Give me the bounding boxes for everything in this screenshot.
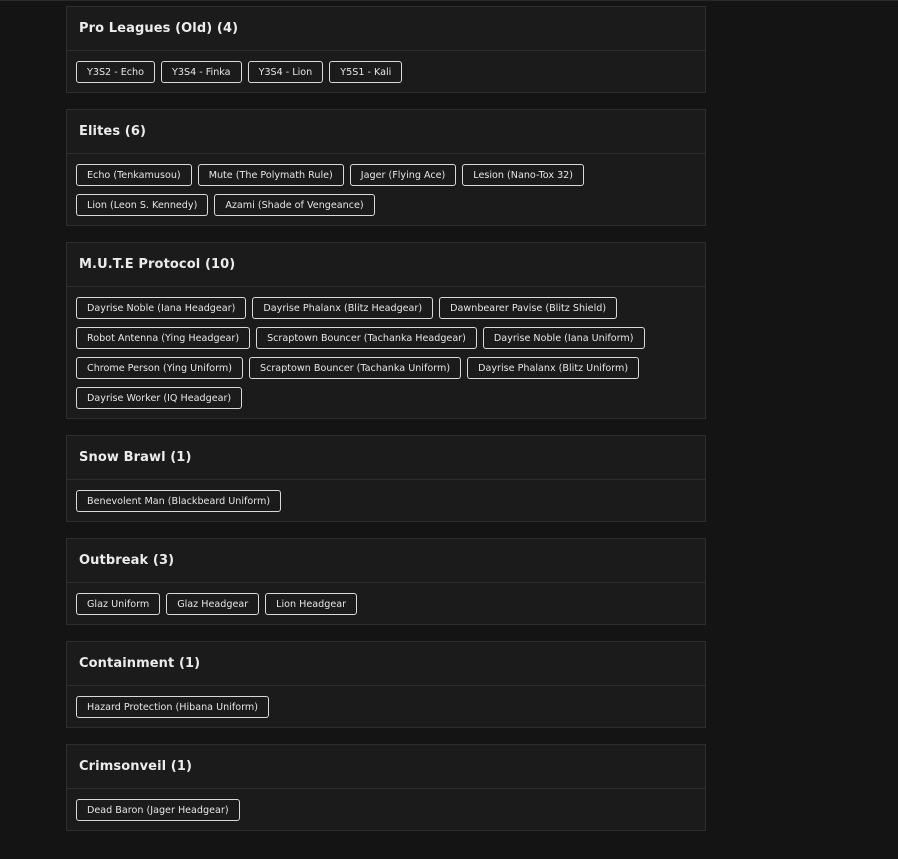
section-title: Pro Leagues (Old) (4) bbox=[67, 7, 705, 51]
section-items: Y3S2 - Echo Y3S4 - Finka Y3S4 - Lion Y5S1 -… bbox=[67, 51, 705, 92]
section-title: Elites (6) bbox=[67, 110, 705, 154]
item-chip[interactable]: Dead Baron (Jager Headgear) bbox=[76, 799, 240, 821]
item-chip[interactable]: Dawnbearer Pavise (Blitz Shield) bbox=[439, 297, 618, 319]
section-items: Benevolent Man (Blackbeard Uniform) bbox=[67, 480, 705, 521]
section-title: Containment (1) bbox=[67, 642, 705, 686]
section-pro-leagues-old: Pro Leagues (Old) (4) Y3S2 - Echo Y3S4 - F… bbox=[66, 6, 706, 93]
item-chip[interactable]: Azami (Shade of Vengeance) bbox=[214, 194, 375, 216]
item-chip[interactable]: Glaz Uniform bbox=[76, 593, 161, 615]
item-chip[interactable]: Mute (The Polymath Rule) bbox=[197, 164, 344, 186]
section-title: M.U.T.E Protocol (10) bbox=[67, 243, 705, 287]
section-snow-brawl: Snow Brawl (1) Benevolent Man (Blackbeard… bbox=[66, 435, 706, 522]
section-title: Outbreak (3) bbox=[67, 539, 705, 583]
section-outbreak: Outbreak (3) Glaz Uniform Glaz Headgear Lio… bbox=[66, 538, 706, 625]
item-chip[interactable]: Lion (Leon S. Kennedy) bbox=[76, 194, 209, 216]
top-divider bbox=[0, 0, 898, 1]
item-chip[interactable]: Dayrise Worker (IQ Headgear) bbox=[76, 387, 243, 409]
item-chip[interactable]: Y5S1 - Kali bbox=[329, 61, 403, 83]
item-chip[interactable]: Chrome Person (Ying Uniform) bbox=[76, 357, 243, 379]
item-chip[interactable]: Y3S4 - Finka bbox=[161, 61, 242, 83]
section-title: Crimsonveil (1) bbox=[67, 745, 705, 789]
section-items: Hazard Protection (Hibana Uniform) bbox=[67, 686, 705, 727]
item-chip[interactable]: Scraptown Bouncer (Tachanka Headgear) bbox=[256, 327, 477, 349]
section-crimsonveil: Crimsonveil (1) Dead Baron (Jager Headgea… bbox=[66, 744, 706, 831]
item-chip[interactable]: Dayrise Phalanx (Blitz Uniform) bbox=[467, 357, 640, 379]
item-chip[interactable]: Dayrise Noble (Iana Headgear) bbox=[76, 297, 247, 319]
item-chip[interactable]: Y3S2 - Echo bbox=[76, 61, 156, 83]
section-items: Glaz Uniform Glaz Headgear Lion Headgear bbox=[67, 583, 705, 624]
item-chip[interactable]: Dayrise Noble (Iana Uniform) bbox=[482, 327, 645, 349]
item-chip[interactable]: Benevolent Man (Blackbeard Uniform) bbox=[76, 490, 282, 512]
item-chip[interactable]: Y3S4 - Lion bbox=[247, 61, 324, 83]
section-containment: Containment (1) Hazard Protection (Hibana… bbox=[66, 641, 706, 728]
item-chip[interactable]: Echo (Tenkamusou) bbox=[76, 164, 192, 186]
item-chip[interactable]: Scraptown Bouncer (Tachanka Uniform) bbox=[249, 357, 462, 379]
section-title: Snow Brawl (1) bbox=[67, 436, 705, 480]
item-chip[interactable]: Dayrise Phalanx (Blitz Headgear) bbox=[252, 297, 434, 319]
item-chip[interactable]: Glaz Headgear bbox=[166, 593, 260, 615]
item-chip[interactable]: Robot Antenna (Ying Headgear) bbox=[76, 327, 251, 349]
item-chip[interactable]: Jager (Flying Ace) bbox=[349, 164, 457, 186]
section-elites: Elites (6) Echo (Tenkamusou) Mute (The Pol… bbox=[66, 109, 706, 226]
item-chip[interactable]: Lesion (Nano-Tox 32) bbox=[462, 164, 585, 186]
item-chip[interactable]: Lion Headgear bbox=[265, 593, 358, 615]
section-items: Dayrise Noble (Iana Headgear) Dayrise Pha… bbox=[67, 287, 705, 418]
collection-list: Pro Leagues (Old) (4) Y3S2 - Echo Y3S4 - F… bbox=[66, 6, 706, 847]
item-chip[interactable]: Hazard Protection (Hibana Uniform) bbox=[76, 696, 269, 718]
section-items: Dead Baron (Jager Headgear) bbox=[67, 789, 705, 830]
section-items: Echo (Tenkamusou) Mute (The Polymath Rule… bbox=[67, 154, 705, 225]
section-m-u-t-e-protocol: M.U.T.E Protocol (10) Dayrise Noble (Iana… bbox=[66, 242, 706, 419]
